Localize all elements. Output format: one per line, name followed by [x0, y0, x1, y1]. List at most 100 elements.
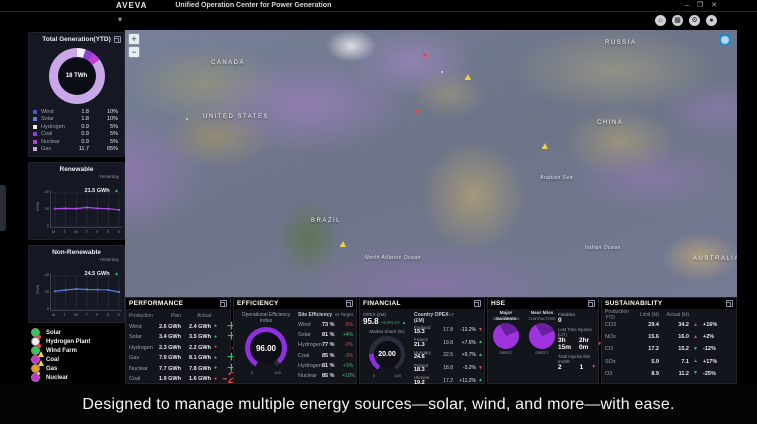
- y-tick: 40: [42, 190, 49, 194]
- row-label: O3: [605, 368, 637, 380]
- opex-ly-value: 17.8: [440, 327, 456, 333]
- x-tick: T: [63, 312, 65, 317]
- ly-column-header: LY: [449, 312, 482, 324]
- zoom-out-button[interactable]: −: [128, 46, 140, 58]
- legend-percent: 5%: [93, 131, 120, 137]
- sustainability-panel: SUSTAINABILITY Production YTDLimit (kt)A…: [601, 297, 737, 384]
- map-legend-label: Solar: [46, 330, 61, 336]
- column-header: Limit (kt): [637, 311, 663, 319]
- chevron-down-icon[interactable]: ▾: [118, 15, 122, 24]
- actual-value: 3.5 GWh: [184, 332, 214, 343]
- opex-change-value: +11.2%: [456, 378, 478, 384]
- column-header: [693, 311, 703, 319]
- site-efficiency-row: Solar81 %+4%: [298, 330, 353, 340]
- generation-donut-chart[interactable]: 18 TWh: [49, 48, 105, 104]
- injuries-value-2: 1: [570, 364, 584, 371]
- opex-ly-value: 22.5: [440, 352, 456, 358]
- expand-icon[interactable]: [346, 300, 353, 307]
- efficiency-value: 85 %: [322, 373, 342, 379]
- legend-swatch: [33, 117, 37, 121]
- opex-value: 95.8: [363, 317, 379, 326]
- limit-value: 29.4: [637, 319, 663, 331]
- gauge-value: 20.00: [378, 351, 396, 358]
- limit-value: 8.9: [637, 368, 663, 380]
- fatalities-value: 0: [558, 317, 562, 324]
- donut-legend-row: Hydrogen0.95%: [33, 123, 120, 131]
- actual-value: 7.1: [663, 356, 693, 368]
- expand-icon[interactable]: [220, 300, 227, 307]
- apps-icon[interactable]: ▦: [672, 15, 683, 26]
- actual-value: 2.4 GWh: [184, 322, 214, 333]
- hse-panel: HSE Major IncidentsCONTRACTORS (%)DIRECT…: [487, 297, 599, 384]
- financial-panel: FINANCIAL OPEX (£M) 95.8 +9.2% LY ▲ Mark…: [359, 297, 485, 384]
- site-efficiency-row: Wind73 %-5%: [298, 320, 353, 330]
- map-legend-item: Wind Farm: [32, 346, 125, 355]
- x-tick: W: [74, 229, 78, 234]
- close-button[interactable]: ✕: [711, 1, 717, 11]
- expand-icon[interactable]: [474, 300, 481, 307]
- x-tick: S: [117, 229, 120, 234]
- zoom-in-button[interactable]: +: [128, 33, 140, 45]
- y-tick: 0: [42, 224, 49, 228]
- renewable-card: Renewable Yesterday 21.5 GWh ▲ GWh 40200…: [28, 162, 125, 240]
- limit-value: 15.6: [637, 331, 663, 343]
- sustainability-title: SUSTAINABILITY: [605, 300, 663, 307]
- country-opex-label: Country OPEX (£M): [414, 312, 449, 324]
- x-tick: T: [86, 229, 88, 234]
- row-label: Nuclear: [298, 373, 322, 379]
- toolbar-icons: ⌂ ▦ ⚙ ●: [655, 15, 717, 26]
- opex-ly-value: 18.8: [440, 365, 456, 371]
- country-opex-row: Poland18.318.8-3.2%▼: [414, 362, 482, 375]
- trend-down-icon: ▼: [478, 366, 484, 371]
- operational-efficiency-label: Operational Efficiency Index: [237, 312, 295, 324]
- renewable-trend-chart[interactable]: GWh 40200MTWTFSS: [43, 190, 123, 236]
- renewable-title: Renewable: [33, 166, 120, 173]
- hse-pie-block: Major IncidentsCONTRACTORS (%)DIRECT EMP…: [491, 311, 521, 355]
- country-opex-row: France21.319.8+7.6%▲: [414, 337, 482, 350]
- expand-icon[interactable]: [114, 36, 121, 43]
- opex-current-value: 15.3: [414, 330, 440, 336]
- settings-gear-icon[interactable]: ⚙: [689, 15, 700, 26]
- x-tick: F: [96, 312, 98, 317]
- map-region-label: CANADA: [211, 60, 245, 66]
- world-map[interactable]: + − CANADAUNITED STATESRUSSIACHINABRAZIL…: [125, 30, 737, 297]
- change-value: +16%: [703, 319, 733, 331]
- trend-down-icon: ▼: [591, 365, 596, 370]
- pie-bottom-label: DIRECT EMPLOYEES (%): [491, 351, 521, 355]
- actual-value: 15.2: [663, 343, 693, 355]
- trend-up-icon: ▲: [478, 353, 484, 358]
- opex-change-value: -3.2%: [456, 365, 478, 371]
- column-header: Actual: [184, 311, 214, 322]
- plan-value: 7.9 GWh: [156, 353, 184, 364]
- legend-value: 1.8: [75, 116, 93, 122]
- non-renewable-trend-chart[interactable]: GWh 40200MTWTFSS: [43, 273, 123, 319]
- hse-title: HSE: [491, 300, 505, 307]
- map-region-label: CHINA: [597, 120, 623, 126]
- restore-button[interactable]: ❐: [697, 1, 703, 11]
- title-bar: AVEVA Unified Operation Center for Power…: [0, 0, 757, 12]
- opex-current-value: 21.3: [414, 343, 440, 349]
- lock-icon[interactable]: ●: [706, 15, 717, 26]
- pie-top-label: CONTRACTORS (%): [527, 317, 557, 321]
- opex-change-value: +9.7%: [456, 352, 478, 358]
- hse-pie-block: Near MissCONTRACTORS (%)DIRECT EMPLOYEES…: [527, 311, 557, 355]
- gauge-max: 100: [274, 370, 281, 375]
- trend-up-icon: ▲: [402, 320, 406, 325]
- trend-down-icon: ▼: [478, 328, 484, 333]
- y-tick: 0: [42, 307, 49, 311]
- home-icon[interactable]: ⌂: [655, 15, 666, 26]
- gauge-value: 96.00: [256, 344, 276, 353]
- minimize-button[interactable]: –: [685, 1, 689, 11]
- efficiency-value: 77 %: [322, 342, 342, 348]
- expand-icon[interactable]: [588, 300, 595, 307]
- lti-value-1: 3h 15m: [558, 337, 571, 351]
- basemap-layers-icon[interactable]: [719, 34, 731, 46]
- sidebar-collapse-handle[interactable]: [0, 185, 6, 231]
- gauge-max: 100: [394, 373, 401, 378]
- legend-label: Nuclear: [41, 139, 75, 145]
- x-tick: S: [107, 312, 110, 317]
- vs-target-value: -1%: [342, 342, 353, 348]
- gas-icon: [32, 365, 39, 372]
- expand-icon[interactable]: [726, 300, 733, 307]
- donut-legend-row: Wind1.810%: [33, 108, 120, 116]
